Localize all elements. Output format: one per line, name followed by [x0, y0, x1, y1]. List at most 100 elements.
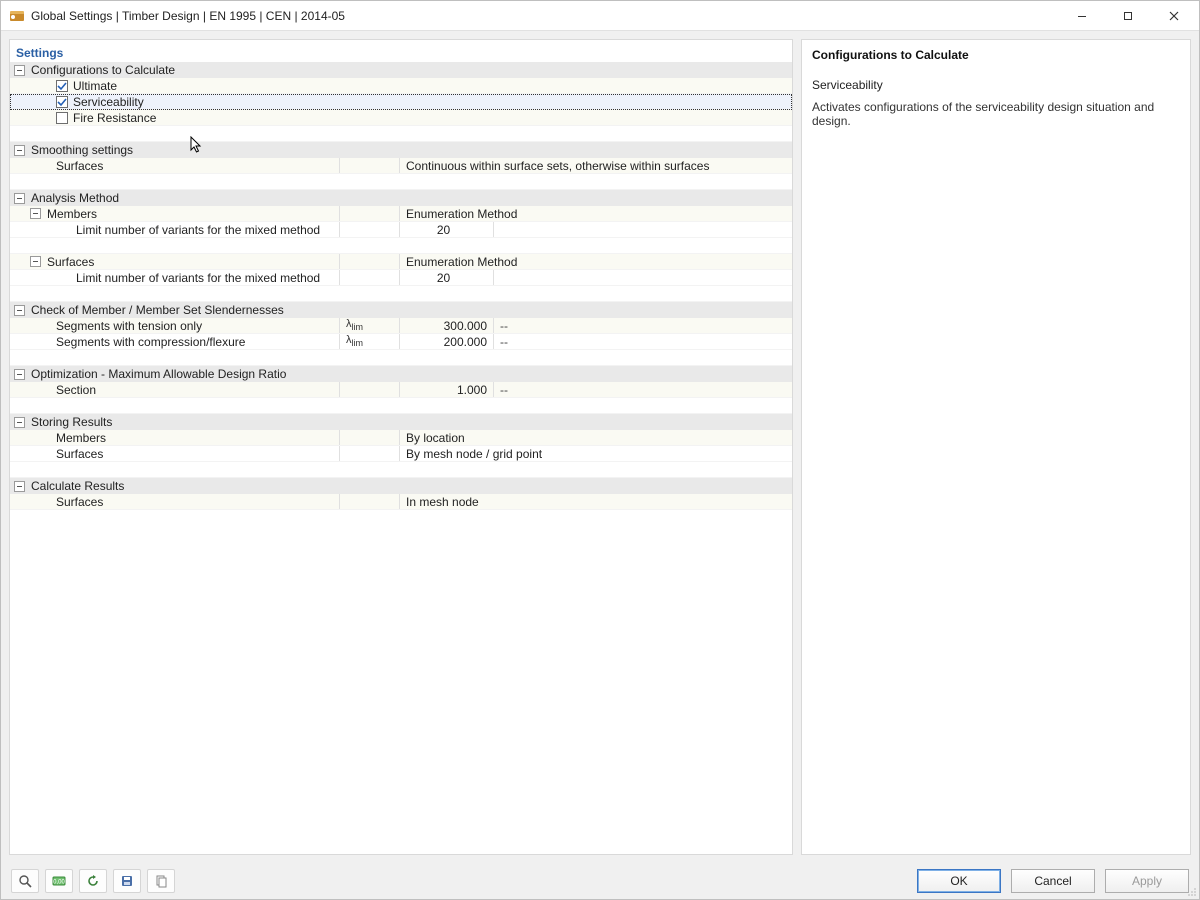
value-compression[interactable]: 200.000 [400, 334, 494, 349]
group-analysis[interactable]: Analysis Method [10, 190, 792, 206]
cell-unit [494, 270, 792, 285]
reset-tool-button[interactable] [79, 869, 107, 893]
tree-line [10, 270, 76, 285]
value-tension[interactable]: 300.000 [400, 318, 494, 333]
cell-symbol [340, 158, 400, 173]
value-storing-members[interactable]: By location [400, 430, 792, 445]
value-analysis-members[interactable]: Enumeration Method [400, 206, 792, 221]
units-tool-button[interactable]: 0,00 [45, 869, 73, 893]
cell-symbol [340, 270, 400, 285]
group-smoothing-label: Smoothing settings [31, 143, 133, 157]
cell-symbol [340, 254, 400, 269]
row-compression[interactable]: Segments with compression/flexure λlim 2… [10, 334, 792, 350]
tree-line [10, 382, 56, 397]
spacer [10, 174, 792, 190]
label-section: Section [56, 383, 96, 397]
dialog-footer: 0,00 OK Cancel Apply [1, 863, 1199, 899]
tree-line [10, 318, 56, 333]
label-analysis-surfaces: Surfaces [47, 255, 94, 269]
unit-compression: -- [494, 334, 792, 349]
row-analysis-members-limit[interactable]: Limit number of variants for the mixed m… [10, 222, 792, 238]
group-storing-label: Storing Results [31, 415, 112, 429]
close-button[interactable] [1151, 2, 1197, 30]
value-section[interactable]: 1.000 [400, 382, 494, 397]
maximize-button[interactable] [1105, 2, 1151, 30]
label-compression: Segments with compression/flexure [56, 335, 245, 349]
tree-line [10, 94, 56, 109]
tree-line [10, 334, 56, 349]
spacer [10, 462, 792, 478]
group-storing[interactable]: Storing Results [10, 414, 792, 430]
settings-tree[interactable]: Configurations to Calculate Ultimate Ser… [10, 62, 792, 854]
tree-line [10, 158, 56, 173]
resize-grip-icon[interactable] [1185, 885, 1197, 897]
group-optimization-label: Optimization - Maximum Allowable Design … [31, 367, 286, 381]
group-slenderness-label: Check of Member / Member Set Slenderness… [31, 303, 284, 317]
collapse-icon[interactable] [14, 193, 25, 204]
cell-symbol [340, 206, 400, 221]
value-smoothing-surfaces[interactable]: Continuous within surface sets, otherwis… [400, 158, 792, 173]
row-analysis-members[interactable]: Members Enumeration Method [10, 206, 792, 222]
row-smoothing-surfaces[interactable]: Surfaces Continuous within surface sets,… [10, 158, 792, 174]
group-analysis-label: Analysis Method [31, 191, 119, 205]
value-analysis-surfaces-limit[interactable]: 20 [400, 270, 494, 285]
row-storing-surfaces[interactable]: Surfaces By mesh node / grid point [10, 446, 792, 462]
search-tool-button[interactable] [11, 869, 39, 893]
checkbox-serviceability[interactable] [56, 96, 68, 108]
row-fire-resistance[interactable]: Fire Resistance [10, 110, 792, 126]
group-smoothing[interactable]: Smoothing settings [10, 142, 792, 158]
label-storing-members: Members [56, 431, 106, 445]
collapse-icon[interactable] [14, 65, 25, 76]
collapse-icon[interactable] [14, 305, 25, 316]
group-optimization[interactable]: Optimization - Maximum Allowable Design … [10, 366, 792, 382]
tree-line [10, 446, 56, 461]
row-section[interactable]: Section 1.000 -- [10, 382, 792, 398]
label-storing-surfaces: Surfaces [56, 447, 103, 461]
label-smoothing-surfaces: Surfaces [56, 159, 103, 173]
group-slenderness[interactable]: Check of Member / Member Set Slenderness… [10, 302, 792, 318]
collapse-icon[interactable] [30, 208, 41, 219]
collapse-icon[interactable] [14, 417, 25, 428]
app-icon [9, 8, 25, 24]
label-analysis-surfaces-limit: Limit number of variants for the mixed m… [76, 271, 320, 285]
collapse-icon[interactable] [14, 481, 25, 492]
checkbox-ultimate[interactable] [56, 80, 68, 92]
minimize-button[interactable] [1059, 2, 1105, 30]
save-tool-button[interactable] [113, 869, 141, 893]
value-storing-surfaces[interactable]: By mesh node / grid point [400, 446, 792, 461]
group-calculate[interactable]: Calculate Results [10, 478, 792, 494]
value-analysis-surfaces[interactable]: Enumeration Method [400, 254, 792, 269]
cell-symbol [340, 446, 400, 461]
row-ultimate[interactable]: Ultimate [10, 78, 792, 94]
row-analysis-surfaces-limit[interactable]: Limit number of variants for the mixed m… [10, 270, 792, 286]
row-calc-surfaces[interactable]: Surfaces In mesh node [10, 494, 792, 510]
cell-symbol [340, 382, 400, 397]
row-serviceability[interactable]: Serviceability [10, 94, 792, 110]
cell-symbol [340, 494, 400, 509]
row-analysis-surfaces[interactable]: Surfaces Enumeration Method [10, 254, 792, 270]
settings-header: Settings [10, 40, 792, 62]
info-panel: Configurations to Calculate Serviceabili… [801, 39, 1191, 855]
svg-text:0,00: 0,00 [53, 880, 65, 886]
apply-button[interactable]: Apply [1105, 869, 1189, 893]
copy-tool-button[interactable] [147, 869, 175, 893]
spacer [10, 286, 792, 302]
collapse-icon[interactable] [14, 369, 25, 380]
label-calc-surfaces: Surfaces [56, 495, 103, 509]
collapse-icon[interactable] [30, 256, 41, 267]
ok-button[interactable]: OK [917, 869, 1001, 893]
symbol-lambda-lim: λlim [340, 334, 400, 349]
checkbox-fire-resistance[interactable] [56, 112, 68, 124]
row-storing-members[interactable]: Members By location [10, 430, 792, 446]
value-calc-surfaces[interactable]: In mesh node [400, 494, 792, 509]
label-serviceability: Serviceability [73, 95, 144, 109]
window-controls [1059, 2, 1197, 30]
collapse-icon[interactable] [14, 145, 25, 156]
group-configurations[interactable]: Configurations to Calculate [10, 62, 792, 78]
spacer [10, 350, 792, 366]
row-tension[interactable]: Segments with tension only λlim 300.000 … [10, 318, 792, 334]
spacer [10, 126, 792, 142]
window-title: Global Settings | Timber Design | EN 199… [31, 9, 1059, 23]
value-analysis-members-limit[interactable]: 20 [400, 222, 494, 237]
cancel-button[interactable]: Cancel [1011, 869, 1095, 893]
